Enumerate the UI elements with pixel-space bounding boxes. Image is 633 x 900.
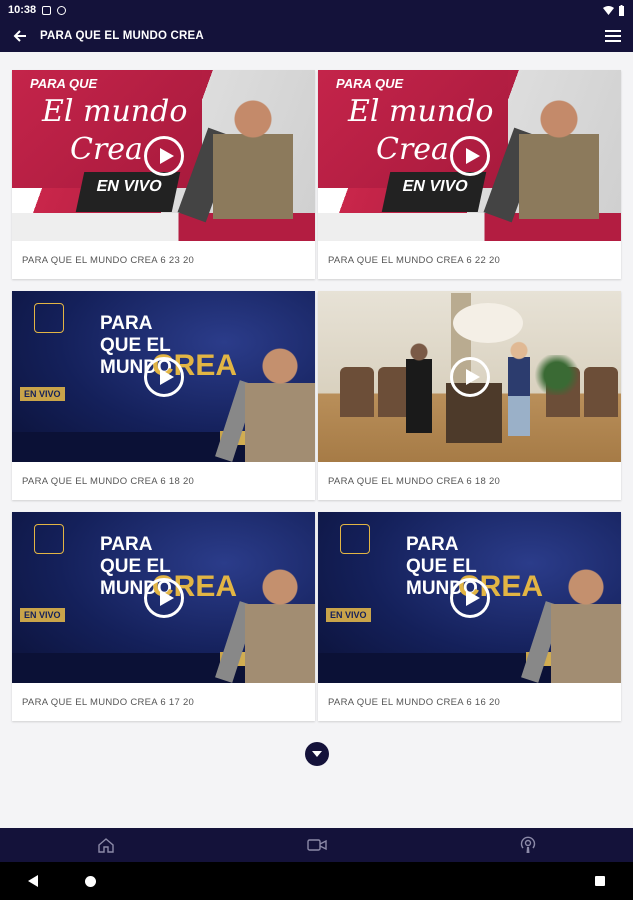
notification-icon-2	[57, 5, 67, 15]
thumb-text: PARA QUE	[336, 76, 404, 91]
video-card[interactable]: PARA QUE El mundo Crea EN VIVO PARA QUE …	[318, 70, 621, 279]
thumb-live-label: EN VIVO	[381, 172, 487, 212]
video-thumbnail[interactable]: PARA QUE EL MUNDO CREA EN VIVO	[12, 512, 315, 683]
video-title: PARA QUE EL MUNDO CREA 6 23 20	[22, 254, 195, 266]
play-icon[interactable]	[143, 135, 184, 176]
back-triangle-icon[interactable]	[28, 875, 38, 887]
recents-square-icon[interactable]	[595, 876, 605, 886]
video-thumbnail[interactable]: PARA QUE El mundo Crea EN VIVO	[318, 70, 621, 241]
ministry-logo	[34, 303, 64, 333]
hamburger-menu-icon[interactable]	[605, 30, 621, 42]
battery-icon	[619, 4, 624, 16]
app-bar: PARA QUE EL MUNDO CREA	[0, 20, 633, 52]
play-icon[interactable]	[143, 356, 184, 397]
person-photo	[245, 560, 315, 683]
video-card[interactable]: PARA QUE EL MUNDO CREA EN VIVO PARA QUE …	[12, 512, 315, 721]
video-thumbnail[interactable]: PARA QUE EL MUNDO CREA EN VIVO	[318, 512, 621, 683]
podcast-icon	[520, 836, 535, 853]
video-card[interactable]: PARA QUE El mundo Crea EN VIVO PARA QUE …	[12, 70, 315, 279]
status-time: 10:38	[8, 4, 37, 16]
thumb-live-label: EN VIVO	[20, 387, 65, 401]
play-icon[interactable]	[143, 577, 184, 618]
thumb-live-label: EN VIVO	[75, 172, 181, 212]
video-title: PARA QUE EL MUNDO CREA 6 18 20	[328, 475, 501, 487]
thumb-live-label: EN VIVO	[20, 608, 65, 622]
home-icon	[97, 838, 114, 853]
person-photo	[519, 94, 599, 219]
video-thumbnail[interactable]	[318, 291, 621, 462]
arrow-left-icon[interactable]	[12, 28, 28, 44]
page-title: PARA QUE EL MUNDO CREA	[40, 30, 204, 42]
video-card[interactable]: PARA QUE EL MUNDO CREA EN VIVO PARA QUE …	[318, 512, 621, 721]
person-photo	[213, 94, 293, 219]
wifi-icon	[603, 5, 614, 15]
thumb-text: El mundo	[42, 94, 188, 129]
play-icon[interactable]	[449, 577, 490, 618]
video-thumbnail[interactable]: PARA QUE El mundo Crea EN VIVO	[12, 70, 315, 241]
nav-podcast[interactable]	[422, 828, 633, 862]
person-photo	[508, 341, 530, 436]
video-card[interactable]: PARA QUE EL MUNDO CREA EN VIVO PARA QUE …	[12, 291, 315, 500]
video-camera-icon	[306, 839, 327, 851]
play-icon[interactable]	[449, 356, 490, 397]
home-circle-icon[interactable]	[85, 875, 96, 887]
video-list: PARA QUE El mundo Crea EN VIVO PARA QUE …	[0, 52, 633, 828]
ministry-logo	[34, 524, 64, 554]
status-bar: 10:38	[0, 0, 633, 20]
video-title: PARA QUE EL MUNDO CREA 6 16 20	[328, 696, 501, 708]
thumb-text: Crea	[70, 132, 143, 167]
thumb-text: El mundo	[348, 94, 494, 129]
ministry-logo	[340, 524, 370, 554]
person-photo	[245, 339, 315, 462]
play-icon[interactable]	[449, 135, 490, 176]
nav-home[interactable]	[0, 828, 211, 862]
thumb-live-label: EN VIVO	[326, 608, 371, 622]
notification-icon	[42, 5, 52, 15]
video-title: PARA QUE EL MUNDO CREA 6 18 20	[22, 475, 195, 487]
video-card[interactable]: PARA QUE EL MUNDO CREA 6 18 20	[318, 291, 621, 500]
video-thumbnail[interactable]: PARA QUE EL MUNDO CREA EN VIVO	[12, 291, 315, 462]
thumb-text: PARA QUE	[30, 76, 98, 91]
nav-videos[interactable]	[211, 828, 422, 862]
system-nav-bar	[0, 862, 633, 900]
bottom-nav	[0, 828, 633, 862]
load-more-button[interactable]	[305, 742, 329, 766]
person-photo	[551, 560, 621, 683]
video-title: PARA QUE EL MUNDO CREA 6 22 20	[328, 254, 501, 266]
person-photo	[406, 343, 432, 433]
thumb-text: Crea	[376, 132, 449, 167]
video-title: PARA QUE EL MUNDO CREA 6 17 20	[22, 696, 195, 708]
